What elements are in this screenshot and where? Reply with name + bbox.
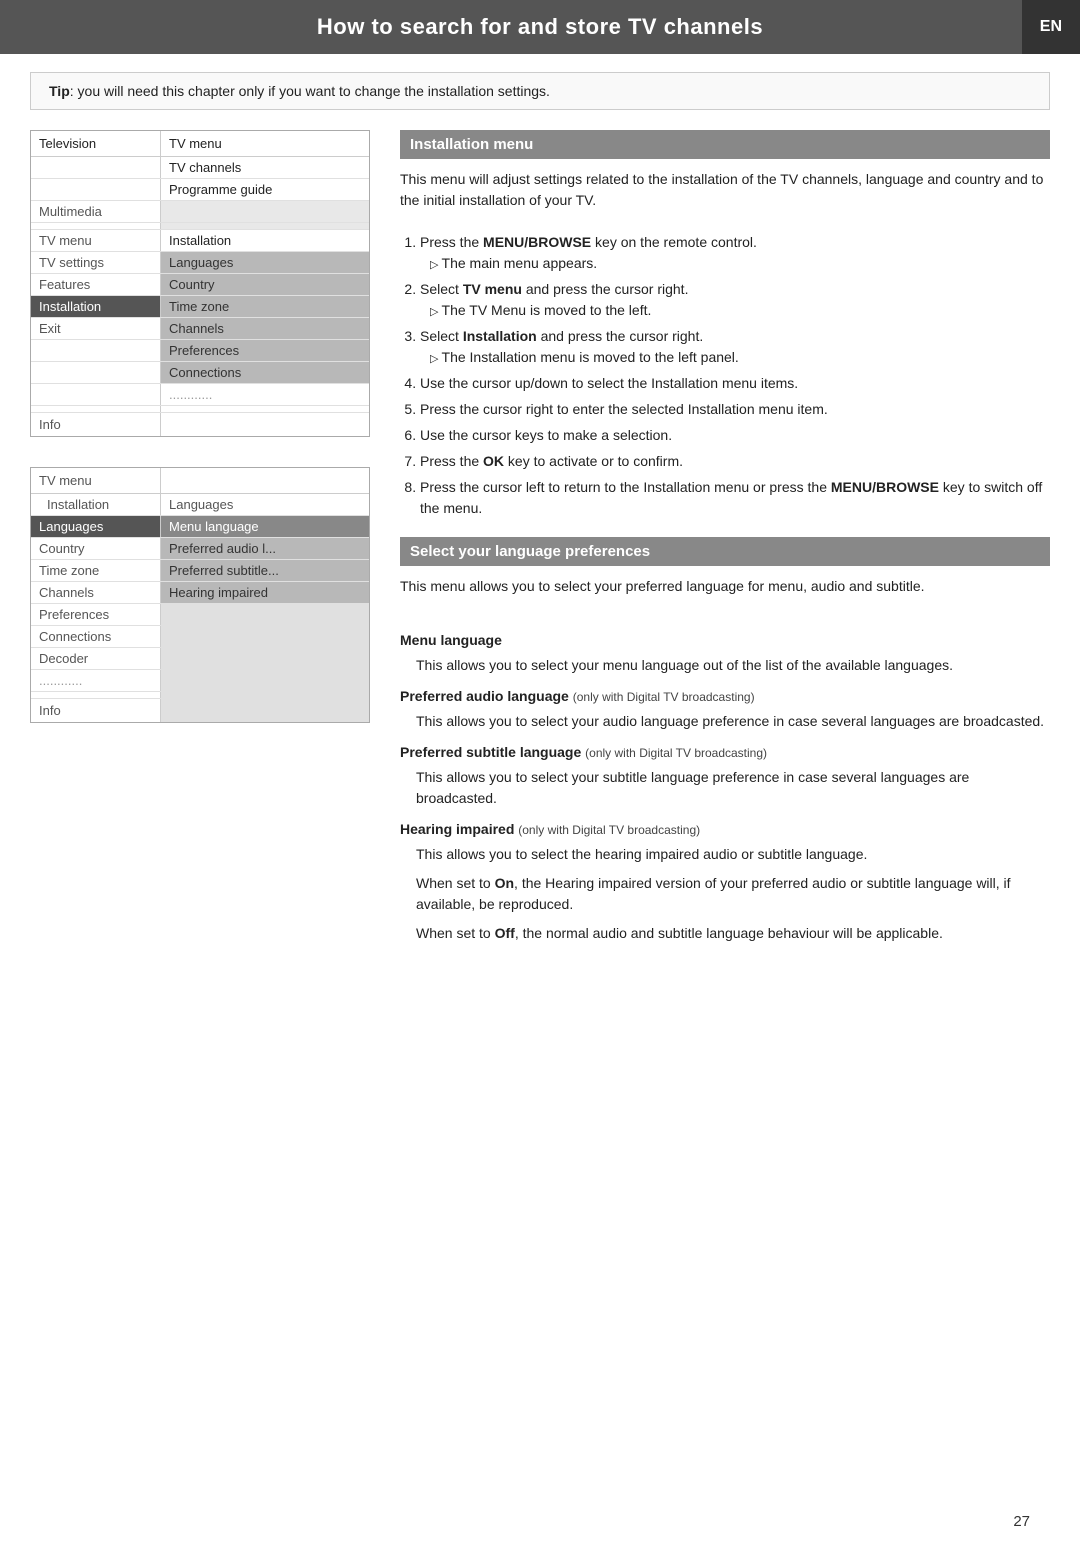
menu2-right-languages-label: Languages	[161, 494, 369, 515]
menu2-left-connections: Connections	[31, 626, 161, 647]
menu1-right-connections: Connections	[161, 362, 369, 383]
menu2-right-e1	[161, 604, 369, 625]
menu2-right-prefsubtitle: Preferred subtitle...	[161, 560, 369, 581]
menu1-right-end	[161, 413, 369, 436]
menu2-left-installation: Installation	[31, 494, 161, 515]
menu2-left-dots: ............	[31, 670, 161, 691]
step-2: Select TV menu and press the cursor righ…	[420, 279, 1050, 321]
installation-menu-header: Installation menu	[400, 130, 1050, 159]
menu1-right-channels: Channels	[161, 318, 369, 339]
menu1-left-tvmenu: TV menu	[31, 230, 161, 251]
menu2-left-decoder: Decoder	[31, 648, 161, 669]
menu2-left-languages-sel: Languages	[31, 516, 161, 537]
pref-audio-body: This allows you to select your audio lan…	[400, 711, 1050, 732]
menu2-left-tvmenu: TV menu	[31, 468, 161, 493]
menu2-right-e6	[161, 699, 369, 722]
menu2-left-info: Info	[31, 699, 161, 722]
step-7: Press the OK key to activate or to confi…	[420, 451, 1050, 472]
step-3: Select Installation and press the cursor…	[420, 326, 1050, 368]
menu2-right-top	[161, 468, 369, 493]
step-5: Press the cursor right to enter the sele…	[420, 399, 1050, 420]
menu-language-title: Menu language	[400, 630, 1050, 651]
installation-menu-diagram: Television TV menu TV channels Programme…	[30, 130, 370, 437]
menu2-right-e5	[161, 692, 369, 698]
page-header: How to search for and store TV channels …	[0, 0, 1080, 54]
menu1-right-empty1	[161, 201, 369, 222]
menu1-left-s4	[31, 362, 161, 383]
menu2-left-preferences: Preferences	[31, 604, 161, 625]
right-column: Installation menu This menu will adjust …	[400, 130, 1050, 962]
page-number: 27	[1013, 1513, 1030, 1530]
languages-menu-diagram: TV menu Installation Languages Languages…	[30, 467, 370, 723]
menu1-left-s3	[31, 340, 161, 361]
menu1-left-header: Television	[31, 131, 161, 156]
menu1-left-spacer2	[31, 223, 161, 229]
menu1-right-tvchannel: TV channels	[161, 157, 369, 178]
step-4: Use the cursor up/down to select the Ins…	[420, 373, 1050, 394]
pref-subtitle-title: Preferred subtitle language (only with D…	[400, 742, 1050, 763]
menu2-right-hearing: Hearing impaired	[161, 582, 369, 603]
menu1-left-installation: Installation	[31, 296, 161, 317]
step-6: Use the cursor keys to make a selection.	[420, 425, 1050, 446]
hearing-body1: This allows you to select the hearing im…	[400, 844, 1050, 865]
menu2-right-prefaudio: Preferred audio l...	[161, 538, 369, 559]
menu1-left-spacer1	[31, 179, 161, 200]
menu1-right-header: TV menu	[161, 131, 369, 156]
step-1: Press the MENU/BROWSE key on the remote …	[420, 232, 1050, 274]
menu1-right-installation: Installation	[161, 230, 369, 251]
menu1-left-s6	[31, 406, 161, 412]
menu2-left-s1	[31, 692, 161, 698]
left-column: Television TV menu TV channels Programme…	[30, 130, 370, 962]
menu2-left-timezone: Time zone	[31, 560, 161, 581]
menu2-right-e2	[161, 626, 369, 647]
menu1-left-tvchannel	[31, 157, 161, 178]
menu1-right-dots: ............	[161, 384, 369, 405]
menu1-left-exit: Exit	[31, 318, 161, 339]
page-title: How to search for and store TV channels	[317, 14, 763, 40]
menu2-left-channels: Channels	[31, 582, 161, 603]
hearing-title: Hearing impaired (only with Digital TV b…	[400, 819, 1050, 840]
menu1-left-tvsettings: TV settings	[31, 252, 161, 273]
menu1-right-s1	[161, 406, 369, 412]
hearing-body2: When set to On, the Hearing impaired ver…	[400, 873, 1050, 915]
tip-box: Tip: you will need this chapter only if …	[30, 72, 1050, 110]
language-prefs-header: Select your language preferences	[400, 537, 1050, 566]
menu1-left-multimedia: Multimedia	[31, 201, 161, 222]
language-prefs-content: This menu allows you to select your pref…	[400, 576, 1050, 944]
menu2-left-country: Country	[31, 538, 161, 559]
menu1-right-preferences: Preferences	[161, 340, 369, 361]
menu2-right-e4	[161, 670, 369, 691]
installation-steps: Press the MENU/BROWSE key on the remote …	[400, 232, 1050, 519]
installation-menu-content: This menu will adjust settings related t…	[400, 169, 1050, 519]
menu2-right-e3	[161, 648, 369, 669]
menu1-right-languages: Languages	[161, 252, 369, 273]
installation-intro: This menu will adjust settings related t…	[400, 169, 1050, 211]
language-badge: EN	[1022, 0, 1080, 54]
pref-subtitle-body: This allows you to select your subtitle …	[400, 767, 1050, 809]
menu2-right-menulang: Menu language	[161, 516, 369, 537]
step-8: Press the cursor left to return to the I…	[420, 477, 1050, 519]
pref-audio-title: Preferred audio language (only with Digi…	[400, 686, 1050, 707]
menu-language-body: This allows you to select your menu lang…	[400, 655, 1050, 676]
hearing-body3: When set to Off, the normal audio and su…	[400, 923, 1050, 944]
main-content: Television TV menu TV channels Programme…	[0, 120, 1080, 972]
menu1-left-features: Features	[31, 274, 161, 295]
menu1-right-progguide: Programme guide	[161, 179, 369, 200]
tip-label: Tip: you will need this chapter only if …	[49, 83, 550, 99]
menu1-right-empty2	[161, 223, 369, 229]
menu1-right-country: Country	[161, 274, 369, 295]
language-prefs-intro: This menu allows you to select your pref…	[400, 576, 1050, 597]
menu1-left-s5	[31, 384, 161, 405]
menu1-left-info: Info	[31, 413, 161, 436]
menu1-right-timezone: Time zone	[161, 296, 369, 317]
